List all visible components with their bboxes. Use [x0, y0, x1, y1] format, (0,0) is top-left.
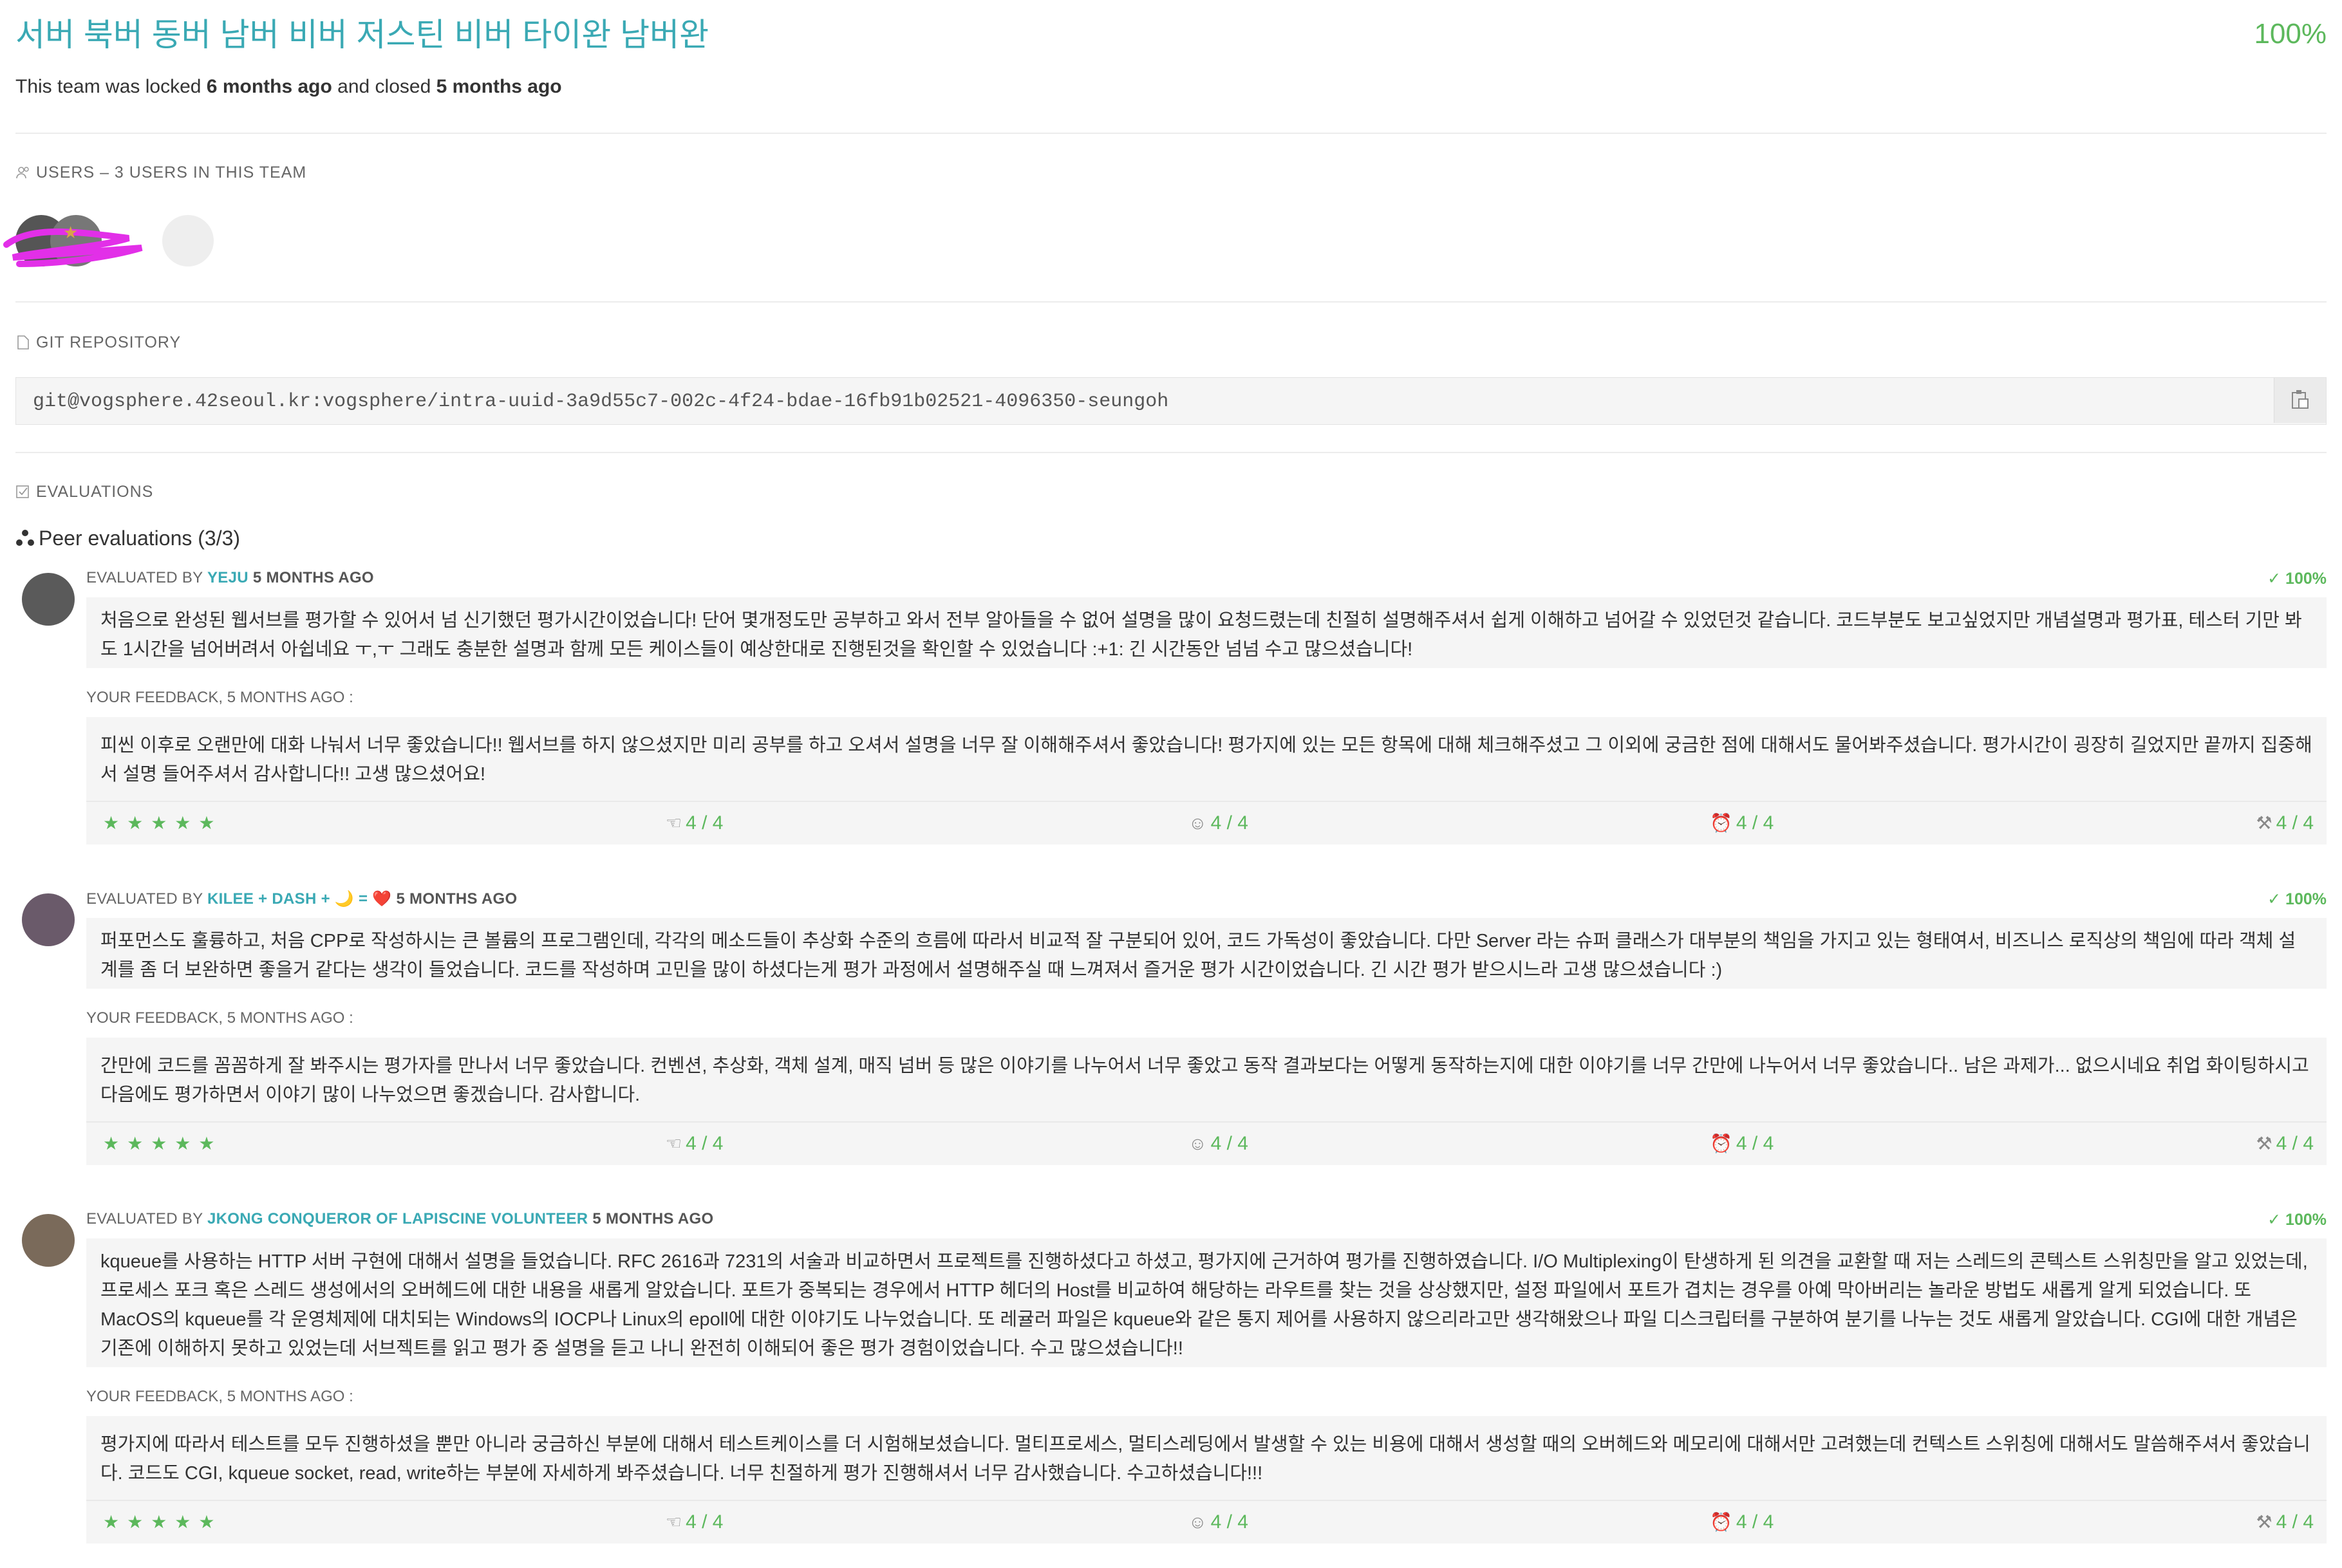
git-section-label: GIT REPOSITORY — [15, 333, 181, 352]
evaluation-comment: 처음으로 완성된 웹서브를 평가할 수 있어서 넘 신기했던 평가시간이었습니다… — [86, 597, 2327, 668]
star-rating: ★★★★★ — [103, 1512, 223, 1532]
evaluation-mark: ✓ 100% — [2267, 570, 2327, 588]
check-icon: ✓ — [2267, 890, 2286, 908]
avatar[interactable] — [162, 215, 214, 266]
evaluation-mark: ✓ 100% — [2267, 890, 2327, 908]
divider — [15, 301, 2327, 303]
team-header: 서버 북버 동버 남버 비버 저스틴 비버 타이완 남버완 100% — [15, 9, 2327, 54]
smile-icon: ☺ — [1188, 1512, 1207, 1532]
score-interest: ☺ 4 / 4 — [1188, 812, 1248, 834]
alarm-icon: ⏰ — [1710, 813, 1732, 833]
divider — [15, 133, 2327, 134]
git-repo-field[interactable]: git@vogsphere.42seoul.kr:vogsphere/intra… — [15, 377, 2327, 425]
evaluation-header: EVALUATED BY JKONG CONQUEROR OF LAPISCIN… — [86, 1210, 714, 1227]
evaluator-login-link[interactable]: JKONG CONQUEROR OF LAPISCINE VOLUNTEER — [207, 1210, 588, 1227]
hammer-icon: ⚒ — [2256, 1512, 2272, 1532]
evaluator-avatar[interactable] — [22, 573, 75, 626]
star-rating: ★★★★★ — [103, 813, 223, 833]
star-rating: ★★★★★ — [103, 1134, 223, 1153]
evaluator-login-link[interactable]: YEJU — [207, 569, 248, 586]
clipboard-icon — [2292, 390, 2309, 409]
git-repo-url[interactable]: git@vogsphere.42seoul.kr:vogsphere/intra… — [33, 391, 1168, 413]
evaluation-mark: ✓ 100% — [2267, 1211, 2327, 1229]
team-title: 서버 북버 동버 남버 비버 저스틴 비버 타이완 남버완 — [15, 17, 709, 53]
score-rigor: ⚒ 4 / 4 — [2256, 1511, 2314, 1533]
score-rigor: ⚒ 4 / 4 — [2256, 1133, 2314, 1154]
evaluation-comment: 퍼포먼스도 훌륭하고, 처음 CPP로 작성하시는 큰 볼륨의 프로그램인데, … — [86, 918, 2327, 989]
evaluation-card: EVALUATED BY YEJU 5 MONTHS AGO ✓ 100% 처음… — [15, 569, 2327, 859]
score-punctuality: ⏰ 4 / 4 — [1710, 1133, 1774, 1154]
evaluation-card: EVALUATED BY JKONG CONQUEROR OF LAPISCIN… — [15, 1210, 2327, 1558]
peer-network-icon — [16, 530, 34, 546]
users-icon — [16, 167, 29, 179]
evaluator-avatar[interactable] — [22, 1214, 75, 1267]
score-punctuality: ⏰ 4 / 4 — [1710, 812, 1774, 834]
team-status: This team was locked 6 months ago and cl… — [15, 76, 562, 97]
evaluation-header: EVALUATED BY KILEE + DASH + 🌙 = ❤️ 5 MON… — [86, 890, 518, 908]
evaluation-card: EVALUATED BY KILEE + DASH + 🌙 = ❤️ 5 MON… — [15, 890, 2327, 1179]
svg-text:★: ★ — [63, 223, 78, 242]
kindness-icon: ☜ — [666, 1134, 682, 1153]
feedback-text: 간만에 코드를 꼼꼼하게 잘 봐주시는 평가자를 만나서 너무 좋았습니다. 컨… — [86, 1038, 2327, 1121]
score-kindness: ☜ 4 / 4 — [666, 812, 724, 834]
score-punctuality: ⏰ 4 / 4 — [1710, 1511, 1774, 1533]
evaluator-login-link[interactable]: KILEE + DASH + 🌙 = ❤️ — [207, 890, 392, 908]
closed-ago: 5 months ago — [436, 76, 562, 97]
team-final-mark: 100% — [2254, 18, 2327, 50]
alarm-icon: ⏰ — [1710, 1134, 1732, 1153]
score-rigor: ⚒ 4 / 4 — [2256, 812, 2314, 834]
feedback-label: YOUR FEEDBACK, 5 MONTHS AGO : — [86, 1388, 353, 1405]
users-section-label: USERS – 3 USERS IN THIS TEAM — [15, 163, 306, 182]
score-kindness: ☜ 4 / 4 — [666, 1133, 724, 1154]
file-icon — [17, 335, 29, 350]
check-icon: ✓ — [2267, 570, 2286, 588]
copy-repo-button[interactable] — [2274, 378, 2326, 423]
checkbox-icon — [16, 485, 29, 498]
hammer-icon: ⚒ — [2256, 1134, 2272, 1153]
evaluator-avatar[interactable] — [22, 893, 75, 946]
feedback-label: YOUR FEEDBACK, 5 MONTHS AGO : — [86, 1009, 353, 1027]
feedback-text: 피씬 이후로 오랜만에 대화 나눠서 너무 좋았습니다!! 웹서브를 하지 않으… — [86, 717, 2327, 801]
locked-ago: 6 months ago — [206, 76, 332, 97]
feedback-ratings: ★★★★★ ☜ 4 / 4 ☺ 4 / 4 ⏰ 4 / 4 ⚒ 4 / 4 — [86, 1121, 2327, 1165]
check-icon: ✓ — [2267, 1211, 2286, 1229]
alarm-icon: ⏰ — [1710, 1512, 1732, 1532]
smile-icon: ☺ — [1188, 813, 1207, 833]
feedback-label: YOUR FEEDBACK, 5 MONTHS AGO : — [86, 689, 353, 706]
redaction-scribble: ★ — [3, 223, 143, 267]
divider — [15, 452, 2327, 453]
smile-icon: ☺ — [1188, 1134, 1207, 1153]
team-members: ★ — [3, 212, 221, 270]
evaluation-comment: kqueue를 사용하는 HTTP 서버 구현에 대해서 설명을 들었습니다. … — [86, 1238, 2327, 1367]
feedback-ratings: ★★★★★ ☜ 4 / 4 ☺ 4 / 4 ⏰ 4 / 4 ⚒ 4 / 4 — [86, 1500, 2327, 1544]
score-kindness: ☜ 4 / 4 — [666, 1511, 724, 1533]
kindness-icon: ☜ — [666, 1512, 682, 1532]
score-interest: ☺ 4 / 4 — [1188, 1511, 1248, 1533]
evaluations-section-label: EVALUATIONS — [15, 483, 153, 501]
kindness-icon: ☜ — [666, 813, 682, 833]
score-interest: ☺ 4 / 4 — [1188, 1133, 1248, 1154]
hammer-icon: ⚒ — [2256, 813, 2272, 833]
feedback-ratings: ★★★★★ ☜ 4 / 4 ☺ 4 / 4 ⏰ 4 / 4 ⚒ 4 / 4 — [86, 801, 2327, 845]
team-page: 서버 북버 동버 남버 비버 저스틴 비버 타이완 남버완 100% This … — [0, 0, 2342, 1568]
peer-evaluations-title: Peer evaluations (3/3) — [15, 527, 240, 550]
evaluation-header: EVALUATED BY YEJU 5 MONTHS AGO — [86, 569, 374, 586]
feedback-text: 평가지에 따라서 테스트를 모두 진행하셨을 뿐만 아니라 궁금하신 부분에 대… — [86, 1416, 2327, 1500]
